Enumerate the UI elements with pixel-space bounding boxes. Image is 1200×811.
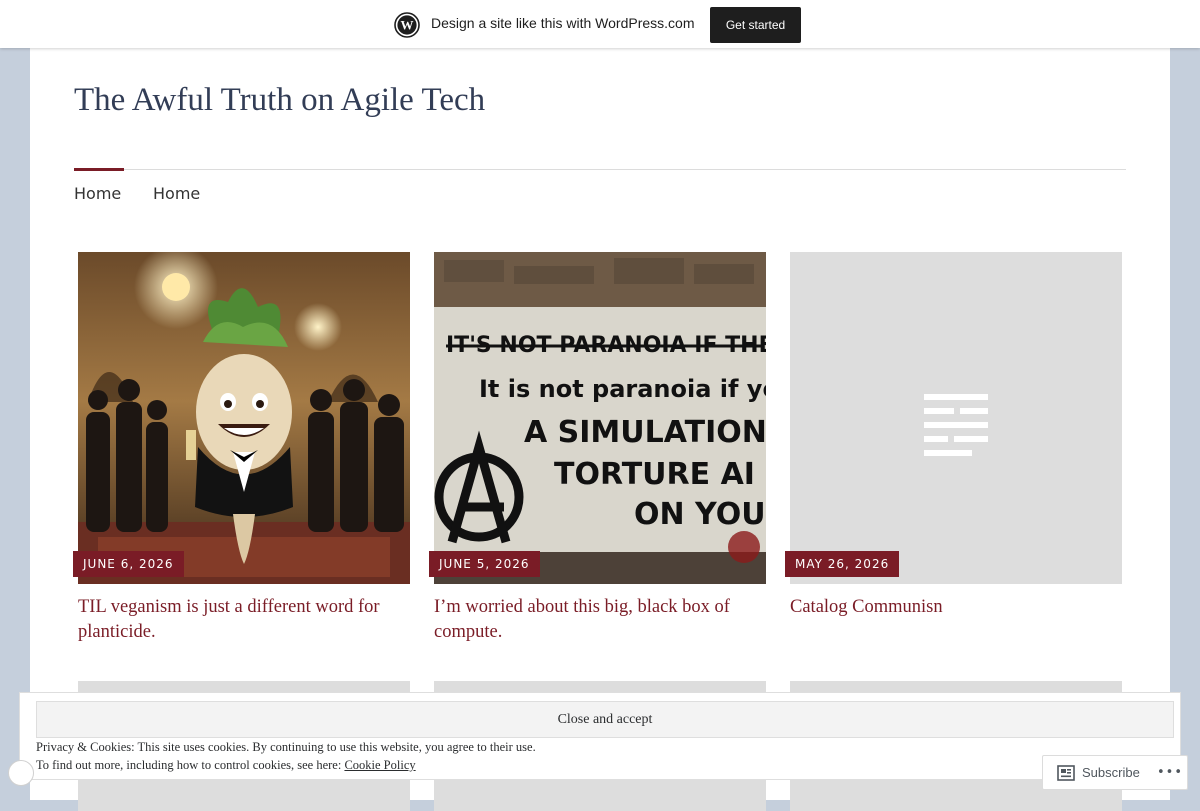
graffiti-line: It is not paranoia if you are in (479, 375, 766, 403)
post-thumbnail-graffiti[interactable]: IT'S NOT PARANOIA IF THEY ARE AFT It is … (434, 252, 766, 584)
post-title[interactable]: I’m worried about this big, black box of… (434, 595, 766, 645)
post-title[interactable]: Catalog Communisn (790, 595, 1122, 620)
reader-icon[interactable] (1057, 765, 1075, 781)
radish-gala-photo (78, 252, 410, 584)
cookie-banner: Close and accept Privacy & Cookies: This… (19, 692, 1181, 780)
cookie-notice-text: Privacy & Cookies: This site uses cookie… (36, 740, 536, 754)
cookie-policy-link[interactable]: Cookie Policy (344, 758, 415, 772)
nav-divider (74, 169, 1126, 170)
text-post-placeholder-icon (924, 394, 988, 456)
subscribe-button[interactable]: Subscribe (1082, 765, 1140, 780)
get-started-button[interactable]: Get started (710, 7, 801, 43)
cookie-policy-prefix: To find out more, including how to contr… (36, 758, 345, 772)
page-container: The Awful Truth on Agile Tech Home Home (30, 48, 1170, 811)
graffiti-line: ON YOU! (634, 497, 766, 532)
graffiti-wall-photo: IT'S NOT PARANOIA IF THEY ARE AFT It is … (434, 252, 766, 584)
close-and-accept-button[interactable]: Close and accept (36, 701, 1174, 738)
site-title[interactable]: The Awful Truth on Agile Tech (74, 82, 485, 119)
wordpress-logo-icon[interactable]: W (394, 12, 420, 38)
post-thumbnail-placeholder[interactable] (790, 252, 1122, 584)
wordpress-promo-bar: W Design a site like this with WordPress… (0, 0, 1200, 48)
graffiti-line: A SIMULATION RUN B (524, 415, 766, 450)
post-title[interactable]: TIL veganism is just a different word fo… (78, 595, 410, 645)
nav-item-home-2[interactable]: Home (153, 184, 200, 203)
svg-text:W: W (401, 18, 414, 33)
post-thumbnail-radish[interactable] (78, 252, 410, 584)
subscribe-widget: Subscribe ••• (1042, 755, 1188, 790)
nav-active-indicator (74, 168, 124, 171)
promo-text: Design a site like this with WordPress.c… (431, 15, 695, 31)
post-date-badge[interactable]: MAY 26, 2026 (785, 551, 900, 577)
graffiti-line: TORTURE AI SPY (554, 457, 766, 492)
post-date-badge[interactable]: JUNE 6, 2026 (73, 551, 184, 577)
corner-circle-icon[interactable] (8, 760, 34, 786)
post-date-badge[interactable]: JUNE 5, 2026 (429, 551, 540, 577)
cookie-policy-line: To find out more, including how to contr… (36, 758, 416, 773)
more-options-icon[interactable]: ••• (1157, 761, 1183, 785)
nav-item-home[interactable]: Home (74, 184, 121, 203)
